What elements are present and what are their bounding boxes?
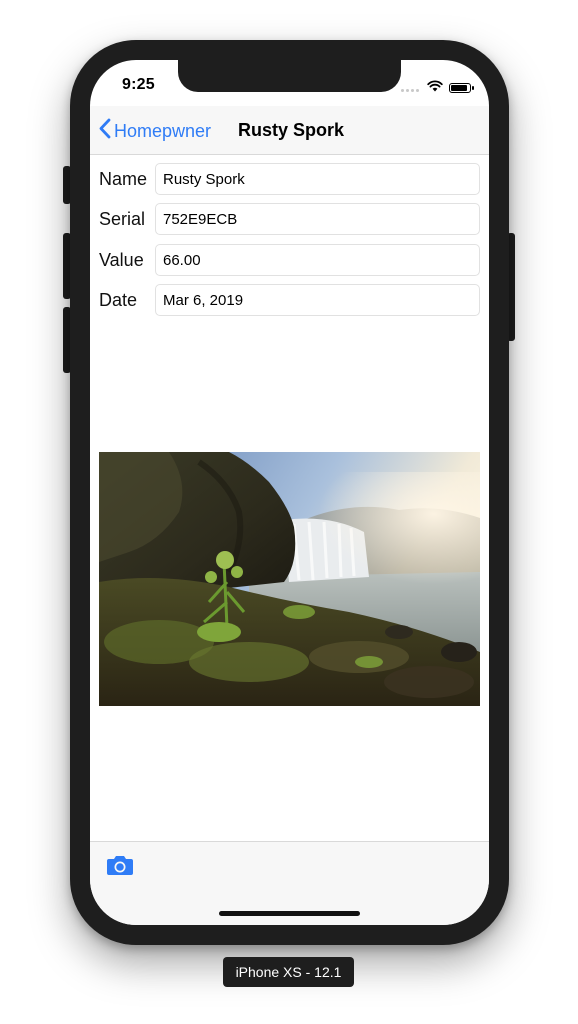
home-indicator[interactable]: [219, 911, 360, 916]
date-field[interactable]: [155, 284, 480, 316]
back-button-label: Homepwner: [114, 120, 212, 141]
value-field[interactable]: [155, 244, 480, 276]
name-field[interactable]: [155, 163, 480, 195]
chevron-left-icon: [99, 118, 111, 144]
date-row: Date: [99, 284, 480, 316]
phone-screen: 9:25 Homepwner Rusty Spork Name Rusty Sp…: [90, 60, 489, 925]
serial-row: Serial: [99, 203, 480, 235]
battery-icon: [449, 83, 474, 93]
serial-label: Serial: [99, 209, 146, 229]
name-row: Name: [99, 163, 480, 195]
name-label: Name: [99, 169, 148, 189]
camera-icon[interactable]: [106, 854, 134, 881]
date-label: Date: [99, 290, 138, 310]
back-button[interactable]: Homepwner: [99, 118, 211, 144]
value-label: Value: [99, 250, 144, 270]
signal-dots-icon: [401, 79, 421, 97]
nav-title: Rusty Spork: [238, 120, 345, 140]
device-label: iPhone XS - 12.1: [223, 957, 354, 987]
wifi-icon: [427, 79, 443, 97]
item-photo: [99, 452, 480, 706]
status-time: 9:25: [122, 76, 155, 93]
status-indicators: [401, 79, 474, 97]
serial-field[interactable]: [155, 203, 480, 235]
notch: [178, 60, 401, 92]
simulator-stage: 9:25 Homepwner Rusty Spork Name Rusty Sp…: [0, 0, 578, 1024]
value-row: Value: [99, 244, 480, 276]
navigation-bar: Homepwner Rusty Spork: [90, 106, 489, 155]
